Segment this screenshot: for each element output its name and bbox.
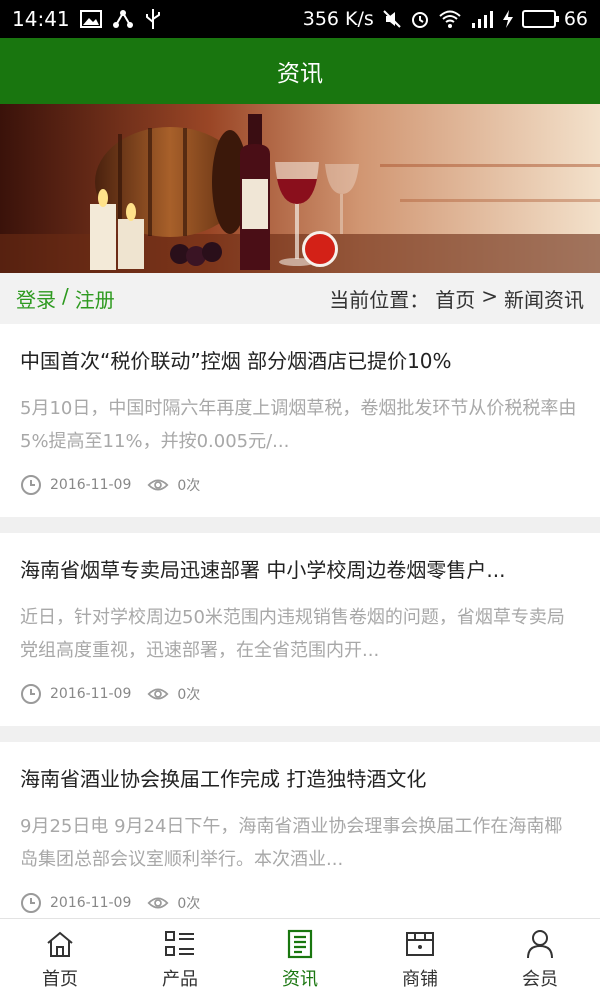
eye-icon bbox=[147, 683, 169, 705]
usb-icon bbox=[144, 8, 162, 30]
register-link[interactable]: 注册 bbox=[75, 284, 115, 313]
nav-news-label: 资讯 bbox=[282, 968, 318, 990]
store-icon bbox=[404, 929, 436, 959]
article-views: 0次 bbox=[177, 687, 201, 703]
document-icon bbox=[284, 929, 316, 959]
clock-icon bbox=[20, 683, 42, 705]
subnav-bar: 登录 / 注册 当前位置： 首页 > 新闻资讯 bbox=[0, 273, 600, 324]
network-speed: 356 K/s bbox=[302, 8, 374, 30]
grid-list-icon bbox=[164, 929, 196, 959]
home-icon bbox=[44, 929, 76, 959]
nav-shop[interactable]: 商铺 bbox=[360, 919, 480, 1000]
share-icon bbox=[112, 8, 134, 30]
list-item[interactable]: 海南省酒业协会换届工作完成 打造独特酒文化 9月25日电 9月24日下午，海南省… bbox=[0, 742, 600, 935]
battery-level: 66 bbox=[563, 8, 588, 30]
auth-separator: / bbox=[62, 284, 69, 308]
article-date: 2016-11-09 bbox=[50, 686, 132, 702]
clock-icon bbox=[20, 892, 42, 914]
signal-icon bbox=[470, 8, 494, 30]
article-meta: 2016-11-09 0次 bbox=[20, 474, 580, 496]
nav-products-label: 产品 bbox=[162, 968, 198, 990]
login-link[interactable]: 登录 bbox=[16, 284, 56, 313]
list-separator bbox=[0, 726, 600, 742]
list-separator bbox=[0, 517, 600, 533]
nav-news[interactable]: 资讯 bbox=[240, 919, 360, 1000]
battery-icon bbox=[521, 10, 559, 28]
article-summary: 5月10日，中国时隔六年再度上调烟草税，卷烟批发环节从价税税率由5%提高至11%… bbox=[20, 398, 577, 452]
wifi-icon bbox=[438, 8, 462, 30]
charging-icon bbox=[502, 8, 514, 30]
page-header: 资讯 bbox=[0, 38, 600, 104]
nav-home[interactable]: 首页 bbox=[0, 919, 120, 1000]
article-views: 0次 bbox=[177, 478, 201, 494]
bottom-nav: 首页 产品 资讯 商铺 会员 bbox=[0, 918, 600, 1000]
banner-image[interactable] bbox=[0, 104, 600, 273]
list-item[interactable]: 中国首次“税价联动”控烟 部分烟酒店已提价10% 5月10日，中国时隔六年再度上… bbox=[0, 324, 600, 517]
user-icon bbox=[524, 929, 556, 959]
eye-icon bbox=[147, 474, 169, 496]
article-date: 2016-11-09 bbox=[50, 477, 132, 493]
nav-shop-label: 商铺 bbox=[402, 968, 438, 990]
breadcrumb: 当前位置： 首页 > 新闻资讯 bbox=[329, 284, 584, 313]
wine-scene-illustration bbox=[0, 104, 600, 273]
nav-products[interactable]: 产品 bbox=[120, 919, 240, 1000]
status-time: 14:41 bbox=[12, 7, 70, 31]
status-bar: 14:41 356 K/s 66 bbox=[0, 0, 600, 38]
article-list: 中国首次“税价联动”控烟 部分烟酒店已提价10% 5月10日，中国时隔六年再度上… bbox=[0, 324, 600, 935]
article-views: 0次 bbox=[177, 896, 201, 912]
article-summary: 近日，针对学校周边50米范围内违规销售卷烟的问题，省烟草专卖局党组高度重视，迅速… bbox=[20, 607, 565, 661]
article-title[interactable]: 海南省酒业协会换届工作完成 打造独特酒文化 bbox=[20, 764, 580, 794]
list-item[interactable]: 海南省烟草专卖局迅速部署 中小学校周边卷烟零售户... 近日，针对学校周边50米… bbox=[0, 533, 600, 726]
breadcrumb-home[interactable]: 首页 bbox=[435, 284, 475, 313]
image-icon bbox=[79, 8, 102, 30]
article-meta: 2016-11-09 0次 bbox=[20, 892, 580, 914]
page-title: 资讯 bbox=[277, 61, 323, 87]
article-title[interactable]: 海南省烟草专卖局迅速部署 中小学校周边卷烟零售户... bbox=[20, 555, 580, 585]
location-label: 当前位置： bbox=[329, 288, 430, 312]
clock-icon bbox=[20, 474, 42, 496]
carousel-indicator[interactable] bbox=[302, 231, 338, 267]
nav-member-label: 会员 bbox=[522, 968, 558, 990]
breadcrumb-separator: > bbox=[481, 284, 498, 308]
eye-icon bbox=[147, 892, 169, 914]
nav-home-label: 首页 bbox=[42, 968, 78, 990]
nav-member[interactable]: 会员 bbox=[480, 919, 600, 1000]
article-meta: 2016-11-09 0次 bbox=[20, 683, 580, 705]
alarm-icon bbox=[410, 8, 430, 30]
article-title[interactable]: 中国首次“税价联动”控烟 部分烟酒店已提价10% bbox=[20, 346, 580, 376]
article-summary: 9月25日电 9月24日下午，海南省酒业协会理事会换届工作在海南椰岛集团总部会议… bbox=[20, 816, 563, 870]
article-date: 2016-11-09 bbox=[50, 895, 132, 911]
mute-icon bbox=[382, 8, 402, 30]
breadcrumb-current: 新闻资讯 bbox=[504, 288, 584, 312]
